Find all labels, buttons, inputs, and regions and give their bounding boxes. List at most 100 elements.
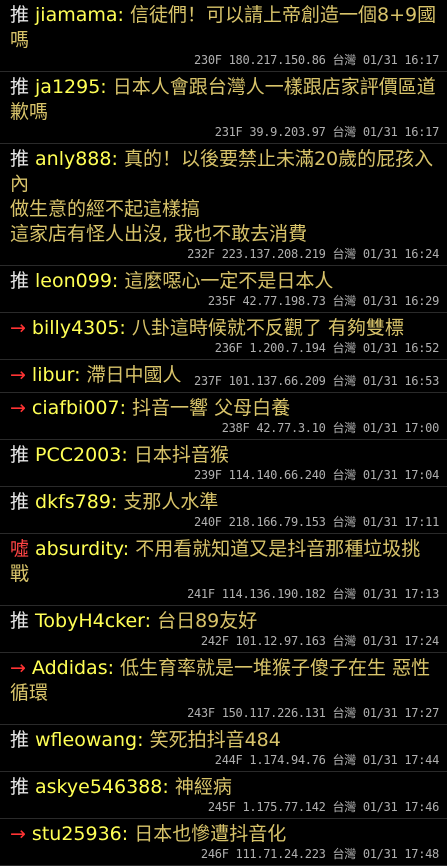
push-floor-ip-time: 237F 101.137.66.209 台灣 01/31 16:53 — [194, 374, 439, 388]
push-main-line: 推 wfleowang: 笑死拍抖音484 — [10, 728, 439, 753]
push-user-id[interactable]: leon099 — [35, 270, 112, 292]
push-colon: : — [121, 444, 134, 466]
push-user-id[interactable]: askye546388 — [35, 776, 162, 798]
push-content: 八卦這時候就不反觀了 有夠雙標 — [131, 317, 404, 339]
push-comment: → stu25936: 日本也慘遭抖音化 246F 111.71.24.223 台灣… — [0, 819, 447, 866]
push-tag: → — [10, 364, 26, 386]
push-comment-list: 推 jiamama: 信徒們！可以請上帝創造一個8+9國嗎 230F 180.217… — [0, 0, 447, 866]
push-colon: : — [111, 270, 125, 292]
push-comment: 推 leon099: 這麼噁心一定不是日本人 235F 42.77.198.73 台… — [0, 266, 447, 313]
push-colon: : — [111, 148, 124, 170]
push-main-line: 推 PCC2003: 日本抖音猴 — [10, 443, 439, 468]
push-user-id[interactable]: TobyH4cker — [35, 610, 145, 632]
push-tag: 推 — [10, 148, 30, 170]
push-user-id[interactable]: jiamama — [35, 4, 118, 26]
push-main-line: → ciafbi007: 抖音一響 父母白養 — [10, 396, 439, 421]
push-content: 滯日中國人 — [86, 364, 182, 386]
push-tag: 推 — [10, 444, 30, 466]
push-comment: 推 TobyH4cker: 台日89友好 242F 101.12.97.163 台灣… — [0, 606, 447, 653]
push-tag: 推 — [10, 4, 30, 26]
push-main-line: → billy4305: 八卦這時候就不反觀了 有夠雙標 — [10, 316, 439, 341]
push-tag: 推 — [10, 491, 30, 513]
push-tag: → — [10, 657, 26, 679]
push-colon: : — [144, 610, 158, 632]
push-colon: : — [119, 397, 133, 419]
push-tag: 推 — [10, 76, 30, 98]
push-floor-ip-time: 230F 180.217.150.86 台灣 01/31 16:17 — [194, 53, 439, 67]
push-main-line: 推 dkfs789: 支那人水準 — [10, 490, 439, 515]
push-floor-ip-time: 243F 150.117.226.131 台灣 01/31 17:27 — [187, 706, 439, 720]
push-tag: 推 — [10, 776, 30, 798]
push-colon: : — [100, 76, 113, 98]
push-comment: 推 wfleowang: 笑死拍抖音484 244F 1.174.94.76 台灣 … — [0, 725, 447, 772]
push-floor-ip-time: 235F 42.77.198.73 台灣 01/31 16:29 — [207, 294, 439, 308]
push-main-line: 噓 absurdity: 不用看就知道又是抖音那種垃圾挑戰 — [10, 537, 439, 587]
push-colon: : — [119, 317, 132, 339]
push-main-line: → Addidas: 低生育率就是一堆猴子傻子在生 惡性循環 — [10, 656, 439, 706]
push-tag: → — [10, 823, 26, 845]
push-floor-ip-time: 232F 223.137.208.219 台灣 01/31 16:24 — [187, 247, 439, 261]
push-tag: 推 — [10, 729, 30, 751]
push-main-line: 推 jiamama: 信徒們！可以請上帝創造一個8+9國嗎 — [10, 3, 439, 53]
push-comment: → billy4305: 八卦這時候就不反觀了 有夠雙標 236F 1.200.7.… — [0, 313, 447, 360]
push-colon: : — [137, 729, 150, 751]
push-main-line: 推 askye546388: 神經病 — [10, 775, 439, 800]
push-colon: : — [110, 491, 124, 513]
push-floor-ip-time: 246F 111.71.24.223 台灣 01/31 17:48 — [200, 847, 439, 861]
push-floor-ip-time: 236F 1.200.7.194 台灣 01/31 16:52 — [214, 341, 440, 355]
push-floor-ip-time: 239F 114.140.66.240 台灣 01/31 17:04 — [194, 468, 439, 482]
push-floor-ip-time: 231F 39.9.203.97 台灣 01/31 16:17 — [214, 125, 440, 139]
push-floor-ip-time: 241F 114.136.190.182 台灣 01/31 17:13 — [187, 587, 439, 601]
push-user-id[interactable]: anly888 — [35, 148, 111, 170]
push-user-id[interactable]: dkfs789 — [35, 491, 111, 513]
push-comment: 推 jiamama: 信徒們！可以請上帝創造一個8+9國嗎 230F 180.217… — [0, 0, 447, 72]
push-user-id[interactable]: ja1295 — [35, 76, 100, 98]
push-comment: 推 PCC2003: 日本抖音猴 239F 114.140.66.240 台灣 01… — [0, 440, 447, 487]
push-user-id[interactable]: PCC2003 — [35, 444, 121, 466]
push-comment: 推 ja1295: 日本人會跟台灣人一樣跟店家評價區道歉嗎 231F 39.9.20… — [0, 72, 447, 144]
push-colon: : — [121, 823, 135, 845]
push-floor-ip-time: 240F 218.166.79.153 台灣 01/31 17:11 — [194, 515, 439, 529]
push-tag: 推 — [10, 610, 30, 632]
push-comment: → libur: 滯日中國人 237F 101.137.66.209 台灣 01/3… — [0, 360, 447, 393]
push-user-id[interactable]: absurdity — [35, 538, 123, 560]
push-tag: → — [10, 397, 26, 419]
push-tag: → — [10, 317, 26, 339]
push-comment: 噓 absurdity: 不用看就知道又是抖音那種垃圾挑戰 241F 114.136… — [0, 534, 447, 606]
push-user-id[interactable]: Addidas — [32, 657, 108, 679]
push-comment: 推 askye546388: 神經病 245F 1.175.77.142 台灣 01… — [0, 772, 447, 819]
push-comment: 推 dkfs789: 支那人水準 240F 218.166.79.153 台灣 01… — [0, 487, 447, 534]
push-content: 這麼噁心一定不是日本人 — [124, 270, 334, 292]
push-user-id[interactable]: billy4305 — [32, 317, 120, 339]
push-content: 台日89友好 — [157, 610, 258, 632]
push-colon: : — [107, 657, 121, 679]
push-colon: : — [74, 364, 87, 386]
push-continuation-line: 做生意的經不起這樣搞 — [10, 198, 201, 220]
push-content: 抖音一響 父母白養 — [132, 397, 291, 419]
push-floor-ip-time: 244F 1.174.94.76 台灣 01/31 17:44 — [214, 753, 440, 767]
push-comment: → Addidas: 低生育率就是一堆猴子傻子在生 惡性循環 243F 150.11… — [0, 653, 447, 725]
push-content: 日本抖音猴 — [133, 444, 229, 466]
push-content: 笑死拍抖音484 — [149, 729, 281, 751]
push-main-line: 推 TobyH4cker: 台日89友好 — [10, 609, 439, 634]
push-colon: : — [122, 538, 136, 560]
push-tag: 推 — [10, 270, 30, 292]
push-tag: 噓 — [10, 538, 30, 560]
push-main-line: → stu25936: 日本也慘遭抖音化 — [10, 822, 439, 847]
push-floor-ip-time: 242F 101.12.97.163 台灣 01/31 17:24 — [200, 634, 439, 648]
push-main-line: 推 leon099: 這麼噁心一定不是日本人 — [10, 269, 439, 294]
push-user-id[interactable]: wfleowang — [35, 729, 137, 751]
push-content: 支那人水準 — [123, 491, 219, 513]
push-content: 神經病 — [174, 776, 232, 798]
push-floor-ip-time: 238F 42.77.3.10 台灣 01/31 17:00 — [221, 421, 440, 435]
push-colon: : — [117, 4, 130, 26]
push-user-id[interactable]: libur — [32, 364, 74, 386]
push-main-line: 推 anly888: 真的！以後要禁止未滿20歲的屁孩入內 — [10, 147, 439, 197]
push-user-id[interactable]: ciafbi007 — [32, 397, 120, 419]
push-main-line: 推 ja1295: 日本人會跟台灣人一樣跟店家評價區道歉嗎 — [10, 75, 439, 125]
push-floor-ip-time: 245F 1.175.77.142 台灣 01/31 17:46 — [207, 800, 439, 814]
push-colon: : — [162, 776, 175, 798]
push-content: 日本也慘遭抖音化 — [134, 823, 287, 845]
push-user-id[interactable]: stu25936 — [32, 823, 122, 845]
push-comment: → ciafbi007: 抖音一響 父母白養 238F 42.77.3.10 台灣 … — [0, 393, 447, 440]
